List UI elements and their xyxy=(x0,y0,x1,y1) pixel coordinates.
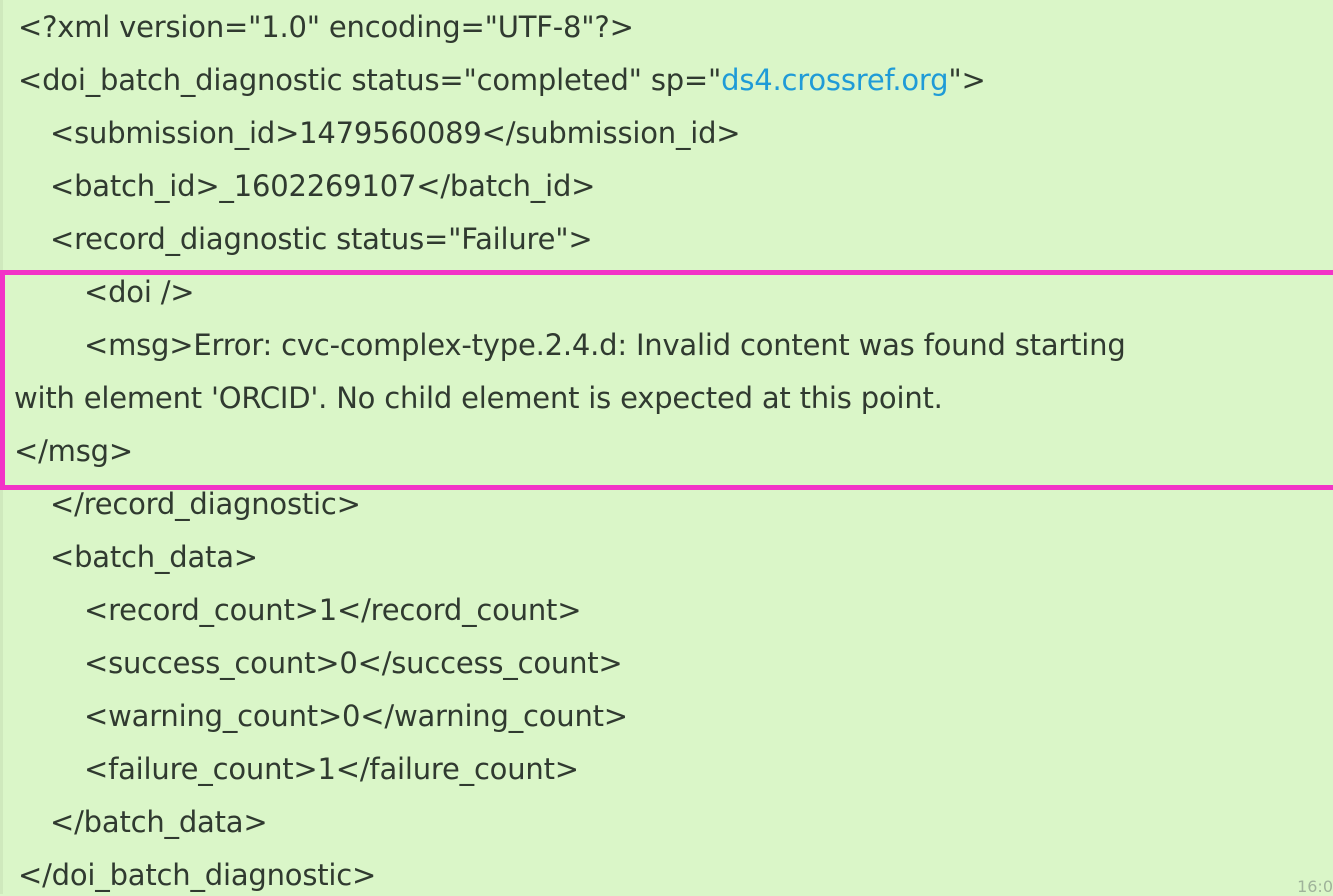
warning-count-line: <warning_count>0</warning_count> xyxy=(84,699,628,733)
batch-open-line: <doi_batch_diagnostic status="completed"… xyxy=(18,60,986,100)
bubble-left-rule xyxy=(0,0,3,894)
batch-open-suffix: "> xyxy=(948,63,986,97)
doi-line: <doi /> xyxy=(84,275,195,309)
record-diagnostic-close-line: </record_diagnostic> xyxy=(50,487,361,521)
batch-open-prefix: <doi_batch_diagnostic status="completed"… xyxy=(18,63,722,97)
success-count-line: <success_count>0</success_count> xyxy=(84,646,623,680)
message-timestamp: 16:0 xyxy=(1297,877,1333,896)
error-message-line-1: <msg>Error: cvc-complex-type.2.4.d: Inva… xyxy=(84,328,1126,362)
record-count-line: <record_count>1</record_count> xyxy=(84,593,582,627)
batch-data-open-line: <batch_data> xyxy=(50,540,258,574)
batch-id-line: <batch_id>_1602269107</batch_id> xyxy=(50,169,596,203)
chat-message-bubble: <?xml version="1.0" encoding="UTF-8"?> <… xyxy=(0,0,1333,896)
service-provider-link[interactable]: ds4.crossref.org xyxy=(721,63,948,97)
batch-close-line: </doi_batch_diagnostic> xyxy=(18,858,377,892)
batch-data-close-line: </batch_data> xyxy=(50,805,268,839)
submission-id-line: <submission_id>1479560089</submission_id… xyxy=(50,116,741,150)
error-message-line-2: with element 'ORCID'. No child element i… xyxy=(14,381,943,415)
xml-declaration-line: <?xml version="1.0" encoding="UTF-8"?> xyxy=(18,10,634,44)
record-diagnostic-open-line: <record_diagnostic status="Failure"> xyxy=(50,222,593,256)
msg-close-line: </msg> xyxy=(14,434,133,468)
failure-count-line: <failure_count>1</failure_count> xyxy=(84,752,579,786)
